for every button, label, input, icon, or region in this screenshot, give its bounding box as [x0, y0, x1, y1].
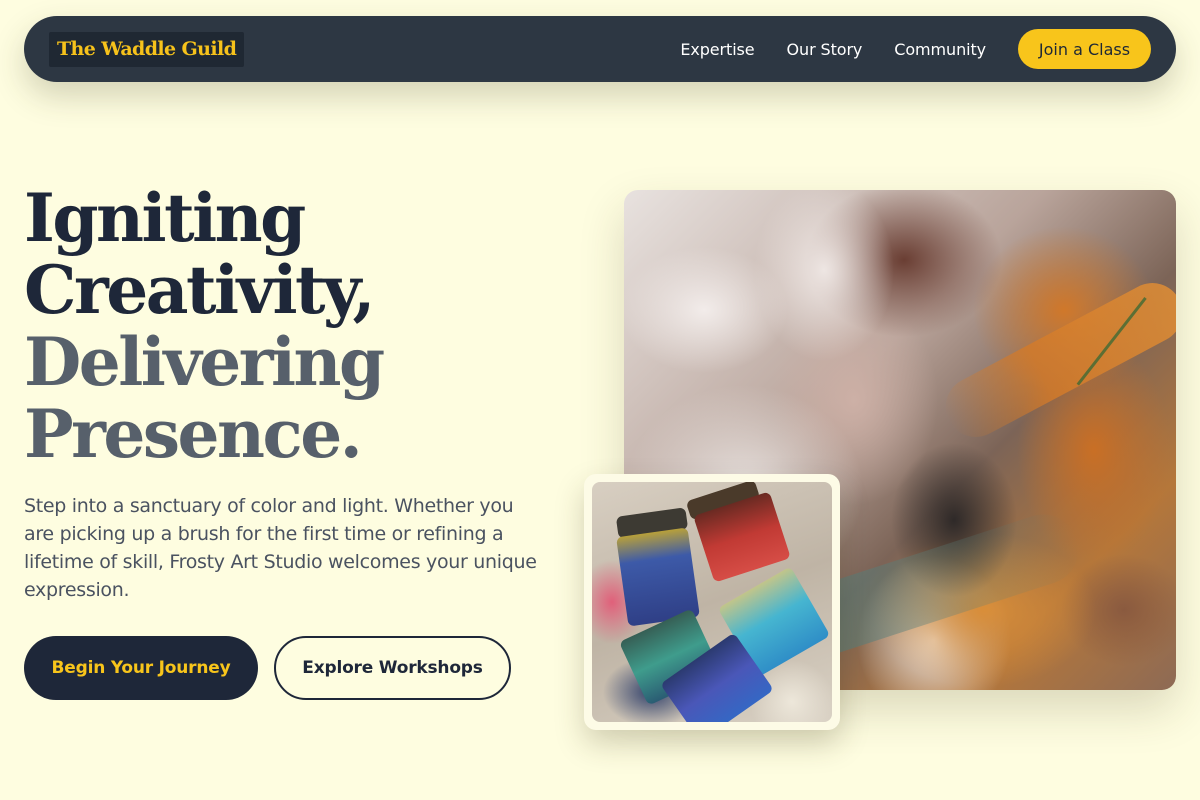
headline-line-2: Creativity,	[24, 251, 376, 329]
headline-line-4: Presence.	[24, 395, 363, 473]
nav-link-community[interactable]: Community	[894, 40, 986, 59]
nav-link-expertise[interactable]: Expertise	[680, 40, 754, 59]
headline-line-3: Delivering	[24, 323, 385, 401]
nav-links: Expertise Our Story Community Join a Cla…	[680, 29, 1151, 69]
nav-link-our-story[interactable]: Our Story	[787, 40, 863, 59]
join-class-button[interactable]: Join a Class	[1018, 29, 1151, 69]
explore-workshops-button[interactable]: Explore Workshops	[274, 636, 511, 700]
paintbrushes-image	[592, 482, 832, 722]
hero-headline: Igniting Creativity, Delivering Presence…	[24, 179, 385, 473]
headline-line-1: Igniting	[24, 179, 306, 257]
begin-journey-button[interactable]: Begin Your Journey	[24, 636, 258, 700]
hero-description: Step into a sanctuary of color and light…	[24, 495, 537, 601]
paintbrush-photo-frame	[584, 474, 840, 730]
brand-logo[interactable]: The Waddle Guild	[49, 31, 245, 67]
top-navigation: The Waddle Guild Expertise Our Story Com…	[24, 16, 1176, 82]
